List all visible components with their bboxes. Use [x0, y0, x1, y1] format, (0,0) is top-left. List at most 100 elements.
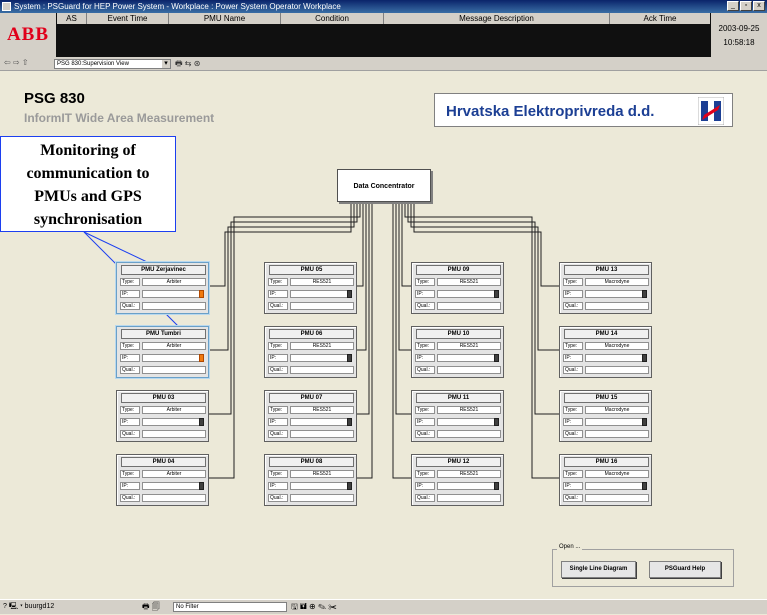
pmu-qual-value	[585, 366, 649, 374]
comm-status-indicator	[642, 354, 647, 362]
pmu-name[interactable]: PMU 11	[416, 393, 501, 403]
pmu-name[interactable]: PMU 03	[121, 393, 206, 403]
page-title: PSG 830	[24, 90, 85, 107]
pmu-qual-label: Qual.:	[415, 494, 435, 502]
open-group-legend: Open ...	[557, 544, 583, 550]
column-condition[interactable]: Condition	[281, 13, 384, 24]
pmu-name[interactable]: PMU 15	[564, 393, 649, 403]
pmu-ip-label: IP:	[120, 482, 140, 490]
pmu-panel[interactable]: PMU 07 Type: RES521 IP: Qual.:	[264, 390, 357, 442]
pmu-type-value: RES521	[290, 470, 354, 478]
pmu-panel[interactable]: PMU 06 Type: RES521 IP: Qual.:	[264, 326, 357, 378]
pmu-name[interactable]: PMU 06	[269, 329, 354, 339]
pmu-ip-value	[437, 354, 495, 362]
pmu-panel[interactable]: PMU 04 Type: Arbiter IP: Qual.:	[116, 454, 209, 506]
pmu-ip-value	[290, 354, 348, 362]
pmu-panel[interactable]: PMU 09 Type: RES521 IP: Qual.:	[411, 262, 504, 314]
pmu-name[interactable]: PMU Tumbri	[121, 329, 206, 339]
pmu-panel[interactable]: PMU 13 Type: Macrodyne IP: Qual.:	[559, 262, 652, 314]
pmu-qual-value	[437, 302, 501, 310]
user-indicator[interactable]: ? 🖳 ▾ buurgd12	[3, 602, 54, 613]
comm-status-indicator	[199, 290, 204, 298]
pmu-panel[interactable]: PMU 10 Type: RES521 IP: Qual.:	[411, 326, 504, 378]
pmu-type-label: Type:	[268, 342, 288, 350]
pmu-qual-value	[290, 430, 354, 438]
psguard-help-button[interactable]: PSGuard Help	[649, 561, 721, 578]
column-as[interactable]: AS	[57, 13, 87, 24]
window-title: System : PSGuard for HEP Power System - …	[14, 2, 341, 11]
comm-status-indicator	[642, 482, 647, 490]
pmu-qual-label: Qual.:	[120, 366, 140, 374]
connection-line	[357, 202, 367, 351]
alarm-bar: ABB AS Event Time PMU Name Condition Mes…	[0, 13, 767, 57]
status-icons[interactable]: 🖶 🗐	[142, 601, 160, 615]
pmu-ip-label: IP:	[268, 290, 288, 298]
status-tool-icons[interactable]: 🖫 🖬 ⊕ ✎ ✂	[291, 601, 337, 615]
pmu-name[interactable]: PMU 04	[121, 457, 206, 467]
column-pmu-name[interactable]: PMU Name	[169, 13, 281, 24]
pmu-qual-value	[585, 302, 649, 310]
close-button[interactable]: x	[753, 1, 765, 11]
comm-status-indicator	[642, 418, 647, 426]
toolbar-icons[interactable]: 🖶 ⇆ ⊛	[175, 58, 200, 72]
callout-line: Monitoring of	[40, 142, 136, 159]
pmu-panel[interactable]: PMU 14 Type: Macrodyne IP: Qual.:	[559, 326, 652, 378]
pmu-panel[interactable]: PMU Zerjavinec Type: Arbiter IP: Qual.:	[116, 262, 209, 314]
pmu-ip-label: IP:	[120, 354, 140, 362]
pmu-type-value: Macrodyne	[585, 406, 649, 414]
pmu-ip-label: IP:	[120, 290, 140, 298]
single-line-diagram-button[interactable]: Single Line Diagram	[561, 561, 636, 578]
supervision-view: PSG 830 InformIT Wide Area Measurement H…	[0, 72, 767, 599]
pmu-ip-label: IP:	[268, 482, 288, 490]
pmu-type-label: Type:	[415, 278, 435, 286]
pmu-ip-value	[585, 482, 643, 490]
minimize-button[interactable]: _	[727, 1, 739, 11]
pmu-ip-label: IP:	[268, 418, 288, 426]
pmu-panel[interactable]: PMU 11 Type: RES521 IP: Qual.:	[411, 390, 504, 442]
pmu-name[interactable]: PMU Zerjavinec	[121, 265, 206, 275]
pmu-qual-value	[585, 494, 649, 502]
pmu-panel[interactable]: PMU 03 Type: Arbiter IP: Qual.:	[116, 390, 209, 442]
pmu-panel[interactable]: PMU 16 Type: Macrodyne IP: Qual.:	[559, 454, 652, 506]
pmu-panel[interactable]: PMU 12 Type: RES521 IP: Qual.:	[411, 454, 504, 506]
pmu-name[interactable]: PMU 13	[564, 265, 649, 275]
pmu-panel[interactable]: PMU 05 Type: RES521 IP: Qual.:	[264, 262, 357, 314]
pmu-name[interactable]: PMU 09	[416, 265, 501, 275]
pmu-qual-label: Qual.:	[415, 366, 435, 374]
pmu-name[interactable]: PMU 12	[416, 457, 501, 467]
column-ack-time[interactable]: Ack Time	[610, 13, 710, 24]
comm-status-indicator	[642, 290, 647, 298]
pmu-panel[interactable]: PMU Tumbri Type: Arbiter IP: Qual.:	[116, 326, 209, 378]
pmu-qual-label: Qual.:	[268, 366, 288, 374]
pmu-name[interactable]: PMU 07	[269, 393, 354, 403]
pmu-name[interactable]: PMU 08	[269, 457, 354, 467]
maximize-button[interactable]: ▫	[740, 1, 752, 11]
pmu-qual-value	[142, 494, 206, 502]
filter-select[interactable]: No Filter	[173, 602, 287, 612]
nav-arrow-icons[interactable]: ⇦ ⇨ ⇧	[4, 58, 29, 67]
status-bar: ? 🖳 ▾ buurgd12 🖶 🗐 No Filter 🖫 🖬 ⊕ ✎ ✂	[0, 599, 767, 614]
comm-status-indicator	[494, 482, 499, 490]
pmu-type-value: RES521	[290, 406, 354, 414]
view-selector[interactable]: PSG 830:Supervision View	[54, 59, 171, 69]
pmu-name[interactable]: PMU 16	[564, 457, 649, 467]
comm-status-indicator	[199, 354, 204, 362]
pmu-name[interactable]: PMU 14	[564, 329, 649, 339]
comm-status-indicator	[347, 354, 352, 362]
pmu-panel[interactable]: PMU 08 Type: RES521 IP: Qual.:	[264, 454, 357, 506]
pmu-panel[interactable]: PMU 15 Type: Macrodyne IP: Qual.:	[559, 390, 652, 442]
window-titlebar: System : PSGuard for HEP Power System - …	[0, 0, 767, 13]
pmu-type-value: RES521	[437, 406, 501, 414]
column-message-description[interactable]: Message Description	[384, 13, 610, 24]
pmu-ip-label: IP:	[563, 482, 583, 490]
abb-logo: ABB	[0, 13, 56, 57]
pmu-ip-label: IP:	[563, 354, 583, 362]
pmu-name[interactable]: PMU 10	[416, 329, 501, 339]
pmu-name[interactable]: PMU 05	[269, 265, 354, 275]
pmu-qual-label: Qual.:	[120, 302, 140, 310]
column-event-time[interactable]: Event Time	[87, 13, 169, 24]
pmu-ip-value	[142, 482, 200, 490]
pmu-ip-value	[142, 354, 200, 362]
pmu-type-value: RES521	[290, 342, 354, 350]
data-concentrator[interactable]: Data Concentrator	[337, 169, 431, 202]
